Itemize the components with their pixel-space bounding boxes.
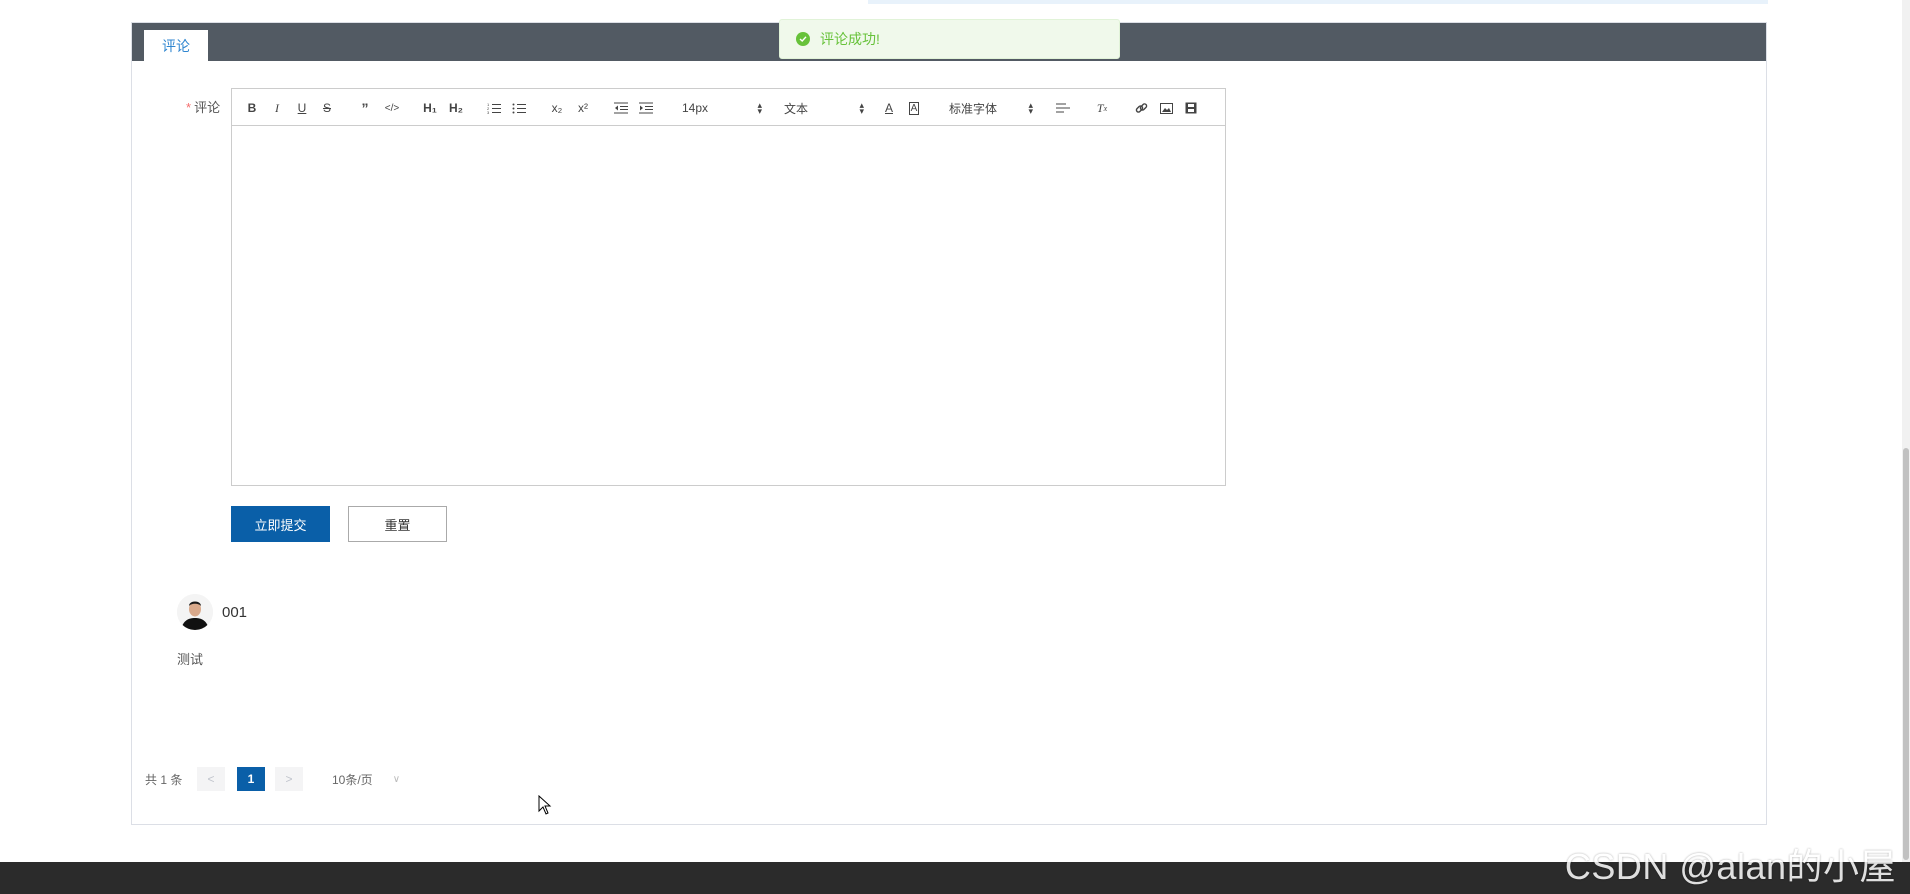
font-family-value: 标准字体 [949, 101, 998, 116]
page-scrollbar[interactable] [1902, 0, 1910, 862]
link-icon[interactable] [1133, 99, 1149, 117]
mouse-cursor-icon [538, 794, 552, 820]
bullet-list-icon[interactable] [511, 99, 527, 117]
bold-icon[interactable]: B [244, 99, 260, 117]
pagination-total: 共 1 条 [145, 772, 183, 787]
pagination-next-button[interactable]: > [275, 767, 303, 791]
editor-content-area[interactable] [232, 126, 1225, 485]
underline-icon[interactable]: U [294, 99, 310, 117]
outdent-icon[interactable] [613, 99, 629, 117]
h1-icon[interactable]: H₁ [420, 99, 440, 117]
rich-text-editor: B I U S ” </> H₁ H₂ 123 x₂ x² 14px ▴ ▾ 文本… [231, 88, 1226, 486]
watermark: CSDN @alan的小屋 [1564, 846, 1896, 887]
indent-icon[interactable] [638, 99, 654, 117]
select-arrows-icon: ▴ ▾ [757, 100, 762, 116]
comment-label-text: 评论 [194, 100, 221, 115]
blockquote-icon[interactable]: ” [357, 99, 373, 117]
select-arrows-icon: ▴ ▾ [859, 100, 864, 116]
clear-format-icon[interactable]: Tx [1094, 99, 1110, 117]
svg-text:3: 3 [487, 110, 490, 114]
avatar [177, 594, 213, 630]
header-select[interactable]: 文本 ▴ ▾ [784, 98, 864, 118]
top-strip [868, 0, 1768, 4]
strike-icon[interactable]: S [319, 99, 335, 117]
subscript-icon[interactable]: x₂ [549, 99, 565, 117]
italic-icon[interactable]: I [269, 99, 285, 117]
page-size-select[interactable]: 10条/页 ∨ [332, 767, 400, 791]
code-block-icon[interactable]: </> [383, 99, 401, 117]
comment-username: 001 [222, 604, 248, 621]
scrollbar-thumb[interactable] [1903, 448, 1909, 860]
font-size-select[interactable]: 14px ▴ ▾ [682, 98, 762, 118]
align-icon[interactable] [1055, 99, 1071, 117]
reset-button[interactable]: 重置 [348, 506, 447, 542]
video-icon[interactable] [1183, 99, 1199, 117]
select-arrows-icon: ▴ ▾ [1028, 100, 1033, 116]
ordered-list-icon[interactable]: 123 [486, 99, 502, 117]
submit-button[interactable]: 立即提交 [231, 506, 330, 542]
header-value: 文本 [784, 101, 809, 116]
required-mark: * [186, 100, 192, 115]
pagination-prev-button[interactable]: < [197, 767, 225, 791]
toast-message: 评论成功! [820, 31, 880, 47]
background-color-icon[interactable]: A [906, 99, 922, 117]
font-family-select[interactable]: 标准字体 ▴ ▾ [949, 98, 1033, 118]
tab-comments[interactable]: 评论 [144, 30, 208, 61]
font-color-icon[interactable]: A [881, 99, 897, 117]
image-icon[interactable] [1158, 99, 1174, 117]
editor-toolbar: B I U S ” </> H₁ H₂ 123 x₂ x² 14px ▴ ▾ 文本… [232, 89, 1225, 126]
font-size-value: 14px [682, 101, 709, 115]
check-circle-icon [796, 32, 810, 46]
superscript-icon[interactable]: x² [575, 99, 591, 117]
chevron-down-icon: ∨ [392, 773, 401, 785]
h2-icon[interactable]: H₂ [446, 99, 466, 117]
success-toast: 评论成功! [779, 19, 1120, 59]
comment-text: 测试 [177, 652, 204, 667]
pagination-current-page[interactable]: 1 [237, 767, 265, 791]
page-size-value: 10条/页 [332, 772, 373, 787]
comment-field-label: * 评论 [186, 97, 220, 116]
